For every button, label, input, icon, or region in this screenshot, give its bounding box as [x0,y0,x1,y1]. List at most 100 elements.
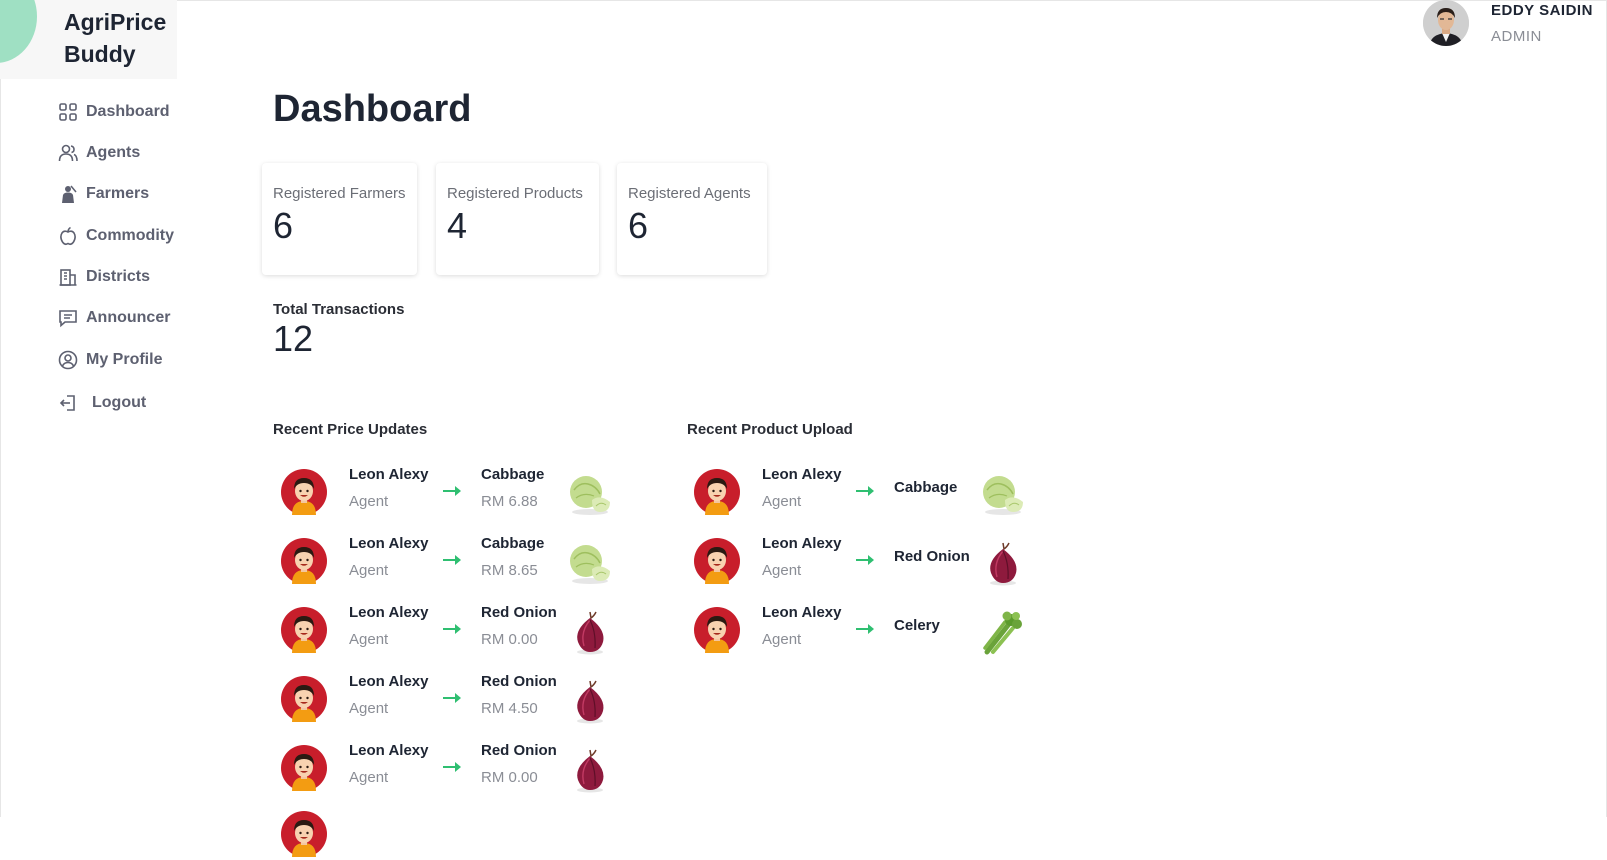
sidebar-item-logout[interactable]: Logout [57,389,146,417]
agent-avatar [281,538,327,584]
user-circle-icon [57,349,79,371]
agent-avatar [281,676,327,722]
product-name: Red Onion [894,548,970,565]
app-frame [0,0,1607,817]
product-name: Cabbage [481,466,545,483]
arrow-right-icon [442,622,464,636]
agent-name: Leon Alexy [762,535,842,552]
product-name: Celery [894,617,940,634]
list-item[interactable]: Leon Alexy Agent Red Onion RM 4.50 [281,673,621,725]
stat-label: Registered Farmers [273,185,406,202]
stat-card-products: Registered Products 4 [436,163,599,275]
agent-role: Agent [349,631,389,648]
product-name: Red Onion [481,673,557,690]
agent-name: Leon Alexy [349,604,429,621]
agent-role: Agent [349,769,389,786]
arrow-right-icon [855,553,877,567]
agent-role: Agent [349,562,389,579]
message-icon [57,307,79,329]
grid-icon [57,101,79,123]
agent-avatar [281,469,327,515]
agent-role: Agent [762,631,802,648]
cabbage-image [566,470,614,518]
stat-label: Registered Products [447,185,583,202]
red-onion-image [566,746,614,794]
app-logo-text: AgriPrice Buddy [64,9,167,67]
sidebar-item-my-profile[interactable]: My Profile [57,346,162,374]
sidebar-item-dashboard[interactable]: Dashboard [57,98,170,126]
user-avatar[interactable] [1423,0,1469,46]
arrow-right-icon [855,622,877,636]
arrow-right-icon [442,484,464,498]
cabbage-image [566,539,614,587]
list-item[interactable]: Leon Alexy Agent Red Onion RM 0.00 [281,604,621,656]
product-price: RM 4.50 [481,700,538,717]
stat-value: 6 [628,205,649,246]
product-price: RM 0.00 [481,769,538,786]
stat-value: 6 [273,205,294,246]
logo-mark [0,0,37,63]
list-item[interactable]: Leon Alexy Agent Red Onion [694,535,1034,587]
sidebar-item-commodity[interactable]: Commodity [57,222,174,250]
list-item[interactable]: Leon Alexy Agent Red Onion RM 0.00 [281,742,621,794]
sidebar-item-label: Farmers [86,185,150,202]
agent-role: Agent [349,700,389,717]
sidebar-item-farmers[interactable]: Farmers [57,180,149,208]
list-item[interactable]: Leon Alexy Agent Cabbage RM 8.65 [281,535,621,587]
arrow-right-icon [442,760,464,774]
agent-role: Agent [349,493,389,510]
sidebar-item-label: Commodity [86,227,174,244]
sidebar-item-districts[interactable]: Districts [57,263,150,291]
agent-name: Leon Alexy [349,466,429,483]
list-item[interactable]: Leon Alexy Agent Cabbage RM 6.88 [281,466,621,518]
arrow-right-icon [442,691,464,705]
apple-icon [57,225,79,247]
user-name: EDDY SAIDIN [1491,2,1593,19]
product-name: Cabbage [481,535,545,552]
sidebar-item-label: Agents [86,144,141,161]
celery-image [979,608,1027,656]
red-onion-image [979,539,1027,587]
arrow-right-icon [855,484,877,498]
list-item[interactable]: Leon Alexy Agent Celery [694,604,1034,656]
sidebar-item-announcer[interactable]: Announcer [57,304,170,332]
sidebar-item-label: Districts [86,268,151,285]
agent-name: Leon Alexy [762,604,842,621]
sidebar-item-label: Dashboard [86,103,170,120]
recent-price-updates-title: Recent Price Updates [273,421,428,438]
product-price: RM 8.65 [481,562,538,579]
agent-name: Leon Alexy [762,466,842,483]
farmer-icon [57,183,79,205]
cabbage-image [979,470,1027,518]
logo-area[interactable]: AgriPrice Buddy [0,0,177,79]
recent-product-upload-title: Recent Product Upload [687,421,853,438]
total-transactions-label: Total Transactions [273,301,405,318]
list-item[interactable]: Leon Alexy Agent Cabbage [694,466,1034,518]
agent-avatar [694,469,740,515]
product-price: RM 6.88 [481,493,538,510]
logout-icon [57,392,79,414]
users-icon [57,142,79,164]
sidebar-item-agents[interactable]: Agents [57,139,140,167]
page-title: Dashboard [273,88,472,130]
product-name: Cabbage [894,479,958,496]
agent-avatar [694,538,740,584]
sidebar-item-label: Logout [92,394,147,411]
agent-role: Agent [762,493,802,510]
agent-name: Leon Alexy [349,673,429,690]
stat-value: 4 [447,205,468,246]
product-name: Red Onion [481,604,557,621]
agent-avatar [281,607,327,653]
arrow-right-icon [442,553,464,567]
agent-avatar [694,607,740,653]
product-price: RM 0.00 [481,631,538,648]
agent-name: Leon Alexy [349,742,429,759]
building-icon [57,266,79,288]
sidebar-item-label: My Profile [86,351,163,368]
product-name: Red Onion [481,742,557,759]
total-transactions-value: 12 [273,318,314,359]
stat-card-farmers: Registered Farmers 6 [262,163,417,275]
red-onion-image [566,677,614,725]
sidebar-item-label: Announcer [86,309,171,326]
agent-avatar [281,745,327,791]
